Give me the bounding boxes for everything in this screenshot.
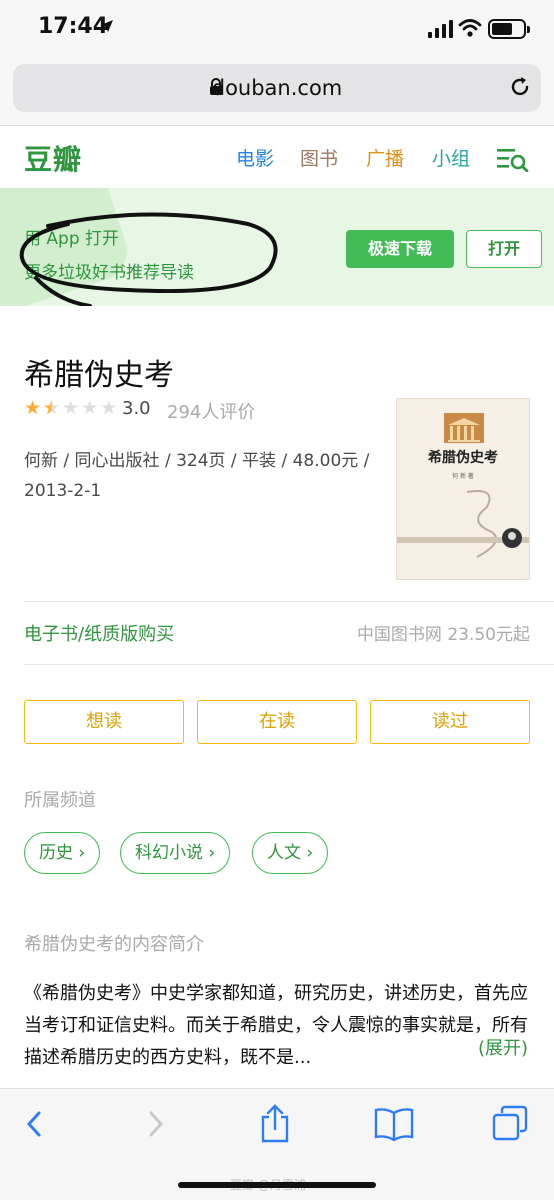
reload-icon[interactable]	[509, 76, 531, 102]
url-text: douban.com	[211, 76, 343, 100]
book-cover-image[interactable]: 希腊伪史考 何 新 著	[396, 398, 530, 580]
handwritten-circle-annotation	[19, 212, 278, 306]
temple-illustration	[444, 413, 484, 443]
reading-button[interactable]: 在读	[197, 700, 357, 744]
tag-sci-fi[interactable]: 科幻小说 ›	[120, 832, 231, 874]
rating-stars: ★ ★ ★ ★ ★	[24, 398, 117, 418]
back-icon[interactable]	[24, 1109, 44, 1143]
nav-movie[interactable]: 电影	[236, 144, 274, 171]
tag-history[interactable]: 历史 ›	[24, 832, 101, 874]
battery-icon	[488, 19, 530, 39]
tabs-icon[interactable]	[492, 1105, 528, 1145]
intro-label: 希腊伪史考的内容简介	[24, 934, 204, 955]
calligraphy-decoration	[466, 490, 497, 558]
tag-humanities[interactable]: 人文 ›	[252, 832, 329, 874]
fast-download-button[interactable]: 极速下载	[346, 230, 454, 268]
ratings-count[interactable]: 294人评价	[167, 398, 255, 424]
location-arrow-icon	[100, 18, 114, 37]
book-title: 希腊伪史考	[24, 358, 174, 393]
rating-score: 3.0	[122, 398, 151, 419]
bookmarks-icon[interactable]	[374, 1107, 414, 1145]
forward-icon[interactable]	[146, 1109, 166, 1143]
nav-group[interactable]: 小组	[432, 144, 470, 171]
star-icon: ★	[24, 397, 42, 419]
nav-broadcast[interactable]: 广播	[366, 144, 404, 171]
book-meta: 何新 / 同心出版社 / 324页 / 平装 / 48.00元 / 2013-2…	[24, 451, 370, 501]
cover-title: 希腊伪史考	[428, 450, 498, 466]
author-portrait	[502, 528, 522, 548]
share-icon[interactable]	[258, 1103, 292, 1147]
star-empty-icon: ★	[100, 397, 118, 419]
home-indicator[interactable]	[178, 1182, 376, 1188]
app-download-banner: 用 App 打开 更多垃圾好书推荐导读 极速下载 打开	[0, 188, 554, 306]
menu-search-icon[interactable]	[496, 146, 530, 176]
want-to-read-button[interactable]: 想读	[24, 700, 184, 744]
site-header: 豆瓣 电影 图书 广播 小组	[0, 126, 554, 188]
status-bar: 17:44	[0, 0, 554, 58]
status-time: 17:44	[38, 14, 109, 39]
open-app-button[interactable]: 打开	[466, 230, 542, 268]
wifi-icon	[458, 18, 482, 42]
nav-book[interactable]: 图书	[300, 144, 338, 171]
expand-link[interactable]: (展开)	[478, 1034, 528, 1060]
divider	[24, 664, 554, 665]
lowest-price[interactable]: 中国图书网 23.50元起	[357, 620, 530, 645]
address-bar[interactable]: douban.com	[13, 64, 541, 112]
buy-ebook-link[interactable]: 电子书/纸质版购买	[24, 620, 174, 646]
douban-logo[interactable]: 豆瓣	[24, 138, 82, 178]
read-button[interactable]: 读过	[370, 700, 530, 744]
channels-label: 所属频道	[24, 790, 96, 811]
cover-author: 何 新 著	[452, 473, 474, 480]
cellular-signal-icon	[428, 20, 453, 38]
intro-text: 《希腊伪史考》中史学家都知道，研究历史，讲述历史，首先应当考订和证信史料。而关于…	[24, 983, 528, 1068]
star-half-icon: ★	[43, 397, 61, 419]
browser-address-area: douban.com	[0, 58, 554, 126]
star-empty-icon: ★	[81, 397, 99, 419]
divider	[24, 601, 554, 602]
star-empty-icon: ★	[62, 397, 80, 419]
